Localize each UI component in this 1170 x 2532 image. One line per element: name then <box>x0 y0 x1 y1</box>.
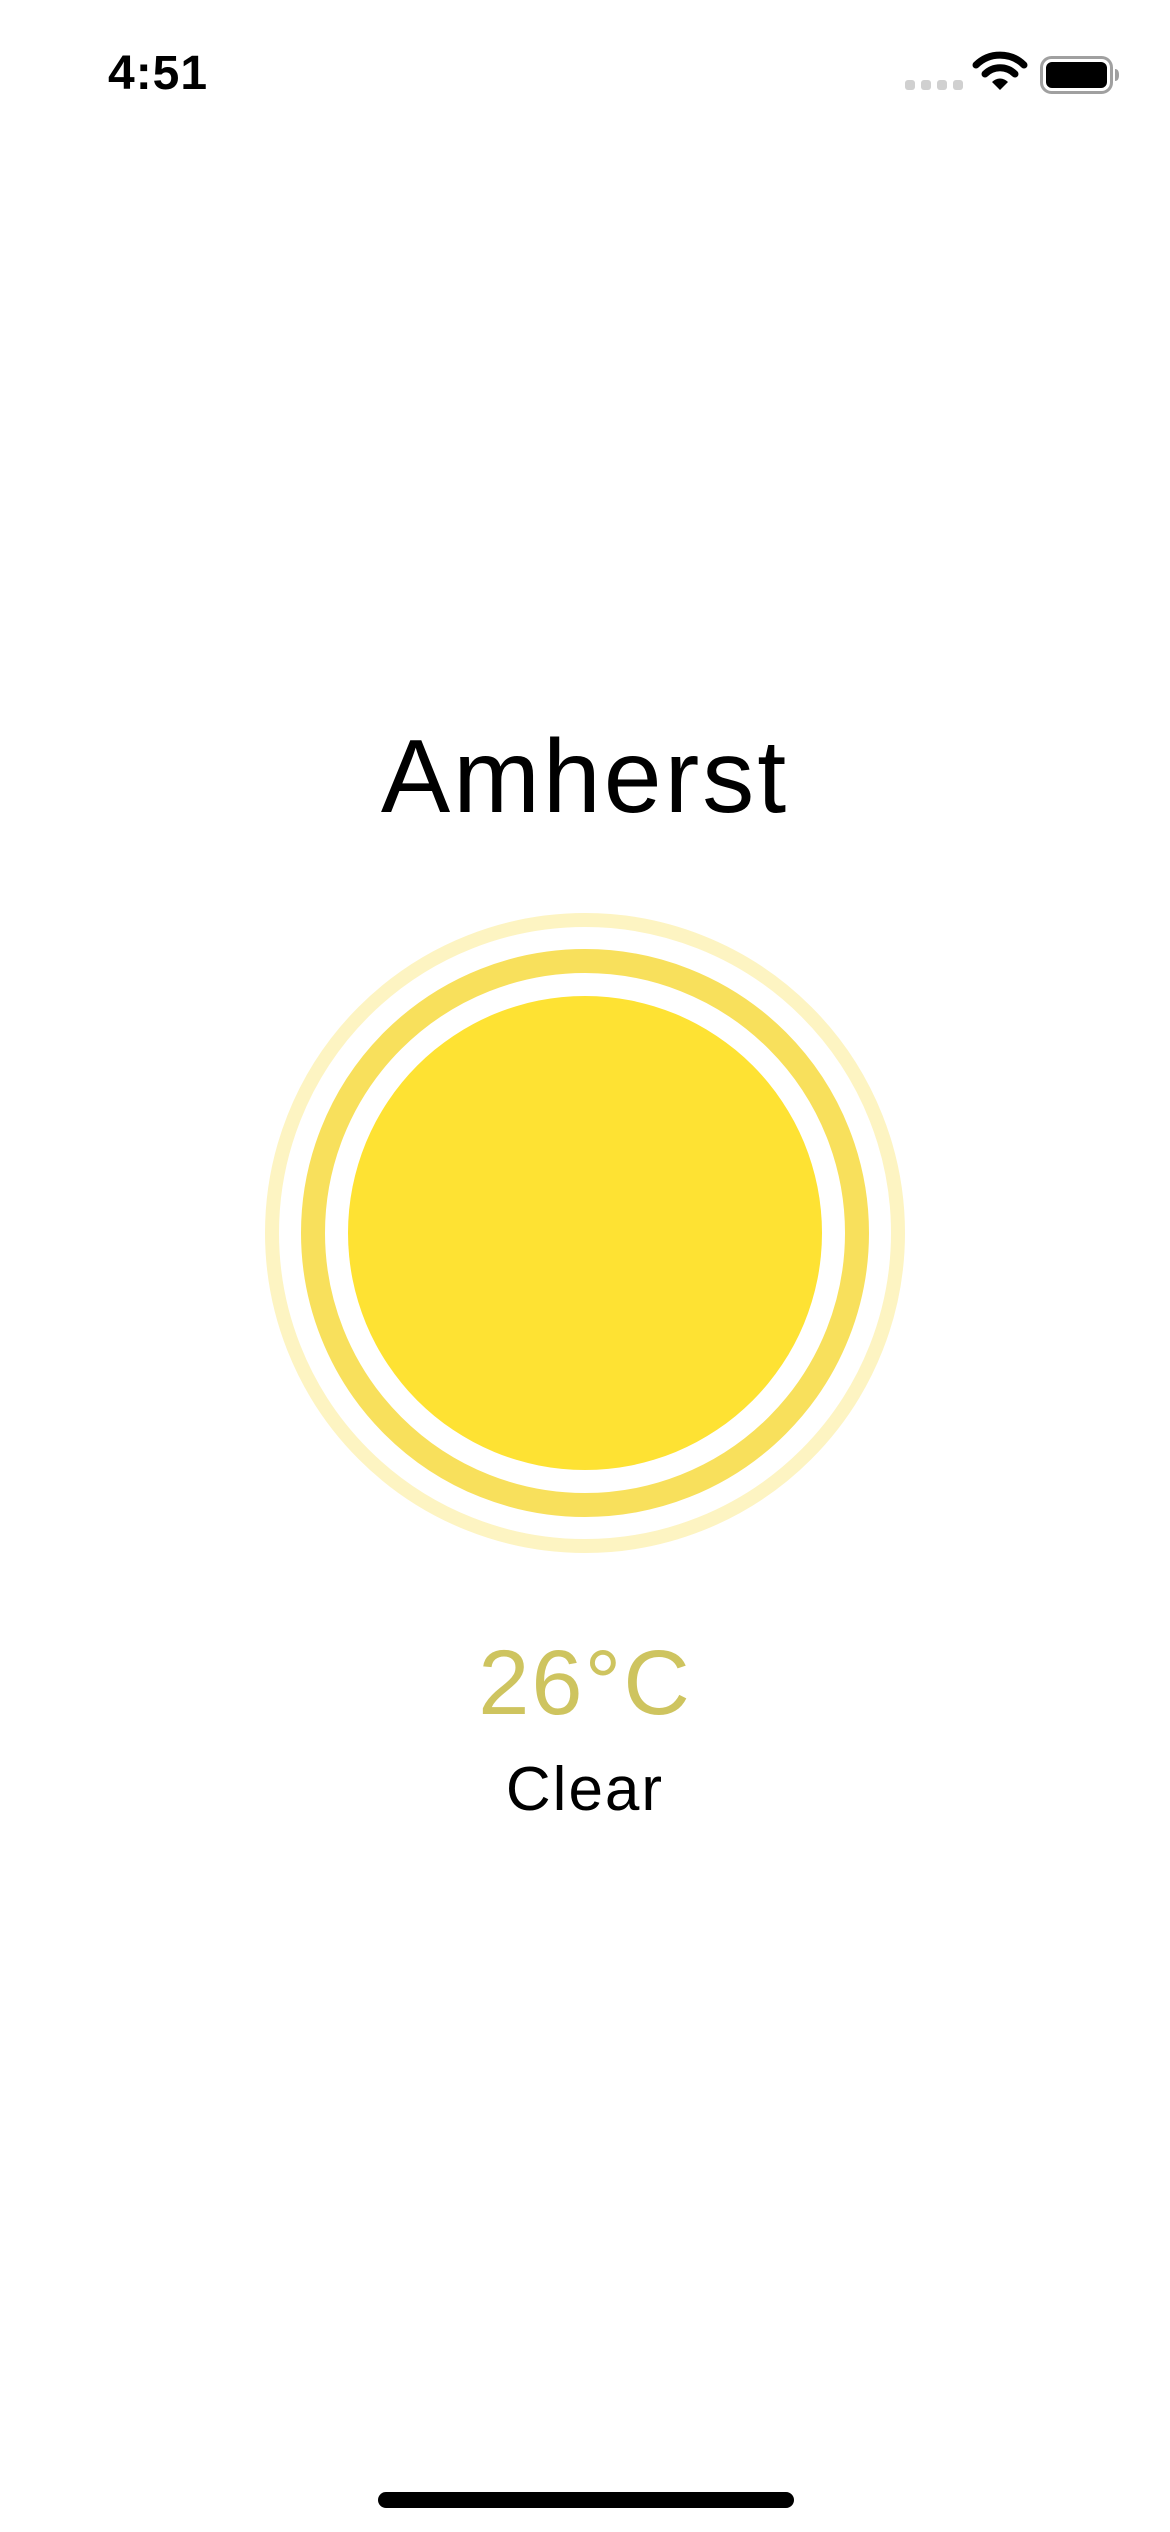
battery-icon <box>1040 56 1119 94</box>
sun-icon <box>265 913 905 1553</box>
weather-condition: Clear <box>505 1755 665 1824</box>
home-indicator[interactable] <box>378 2492 794 2508</box>
wifi-icon <box>972 51 1028 90</box>
sun-core <box>348 996 822 1470</box>
temperature: 26°C <box>478 1632 692 1734</box>
status-time: 4:51 <box>108 47 209 100</box>
cellular-signal-icon <box>905 80 963 90</box>
status-bar: 4:51 <box>0 0 1170 150</box>
city-name: Amherst <box>380 719 790 835</box>
